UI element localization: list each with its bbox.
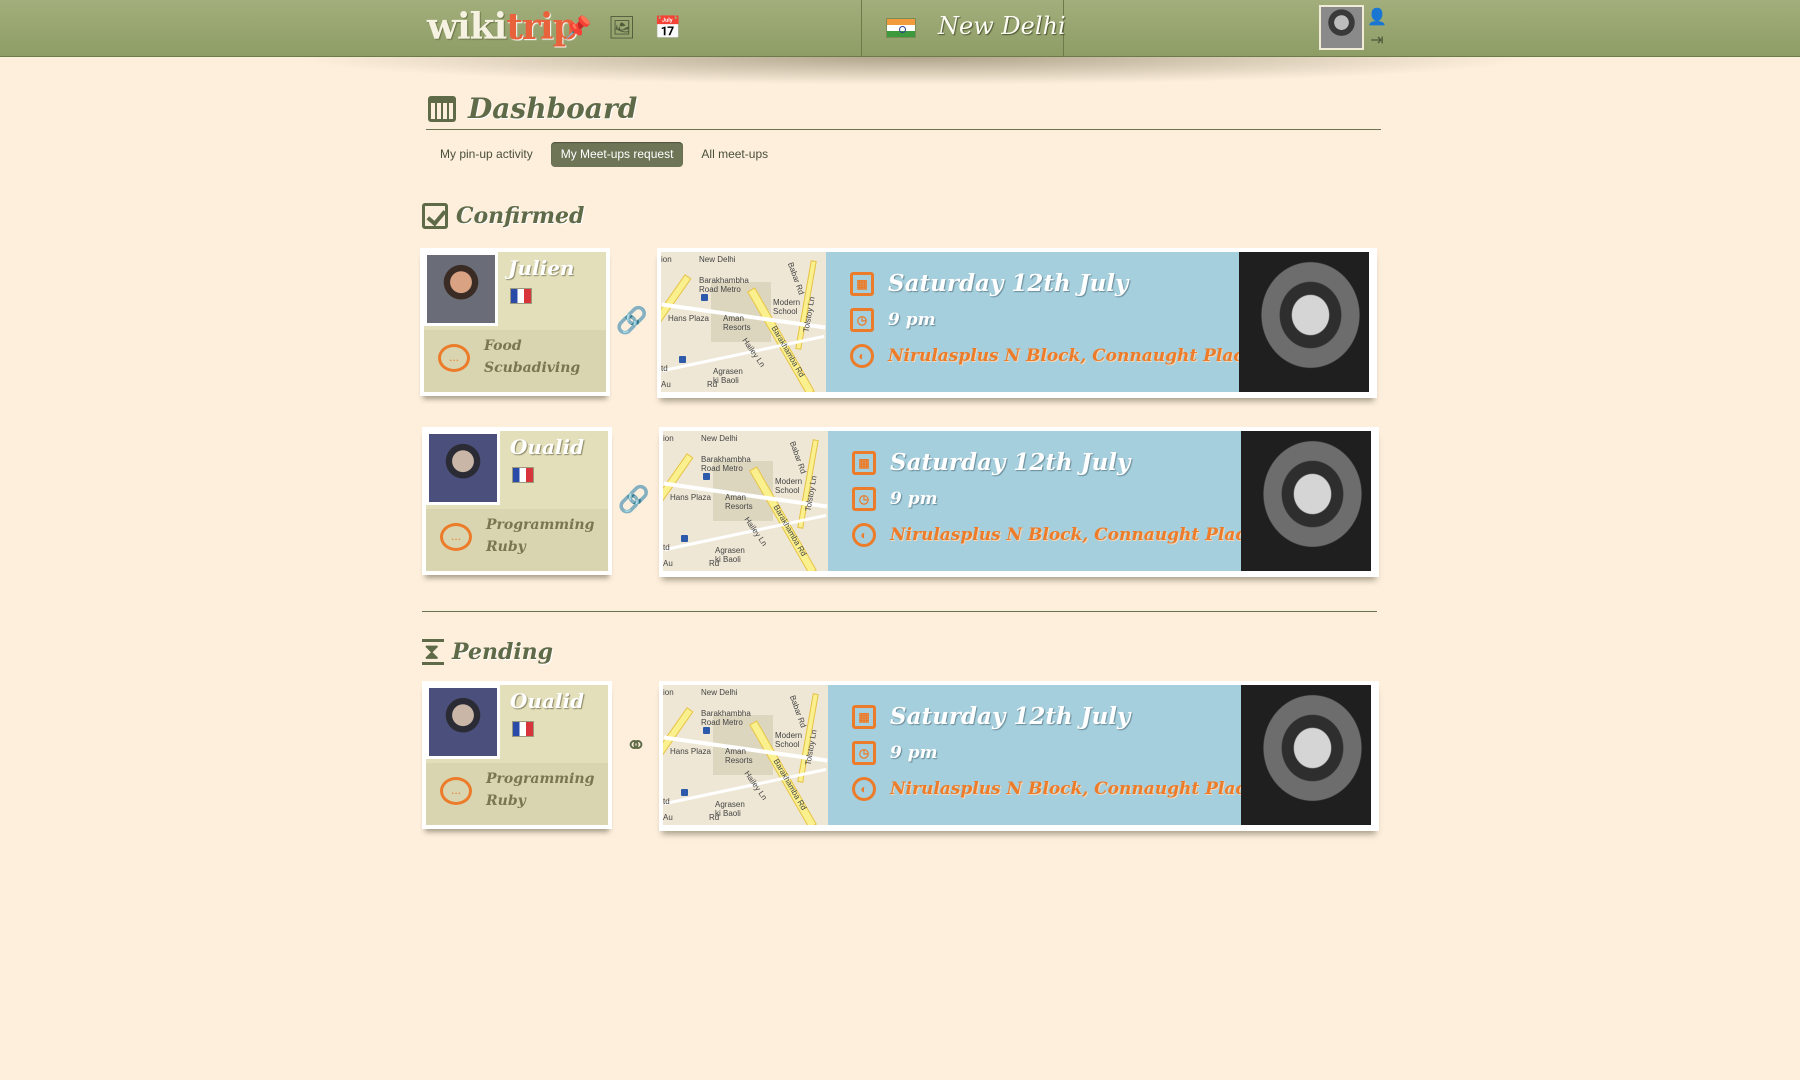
profile-icon[interactable]: 👤 [1367, 8, 1387, 26]
globe-icon: ◐ [852, 523, 876, 547]
interest-item: Programming [486, 517, 595, 533]
meetup-date: Saturday 12th July [890, 703, 1131, 730]
location-map[interactable]: New Delhi ion Barakhambha Road Metro Han… [663, 431, 828, 571]
tab-all-meetups[interactable]: All meet-ups [691, 142, 778, 167]
meetup-time: 9 pm [890, 743, 938, 763]
person-card[interactable]: Oualid ... Programming Ruby [422, 681, 612, 829]
interest-item: Scubadiving [484, 360, 581, 376]
clock-icon: ◷ [852, 487, 876, 511]
speech-bubble-icon: ... [440, 523, 472, 551]
host-avatar[interactable] [1239, 252, 1369, 392]
location-map[interactable]: New Delhi ion Barakhambha Road Metro Han… [663, 685, 828, 825]
meetup-row: Oualid ... Programming Ruby 🔗 New Delhi … [0, 427, 1800, 577]
topbar-shadow [290, 57, 1540, 85]
france-flag-icon [510, 288, 532, 304]
france-flag-icon [512, 721, 534, 737]
link-icon: 🔗 [615, 304, 649, 335]
meetup-time: 9 pm [888, 310, 936, 330]
meetup-place[interactable]: Nirulasplus N Block, Connaught Place [888, 346, 1255, 366]
meetup-row: Oualid ... Programming Ruby ⚭ New Delhi … [0, 681, 1800, 831]
tab-bar: My pin-up activity My Meet-ups request A… [430, 142, 778, 167]
tab-meetups-request[interactable]: My Meet-ups request [550, 142, 684, 167]
france-flag-icon [512, 467, 534, 483]
person-name[interactable]: Julien [508, 256, 574, 280]
interests-box: ... Programming Ruby [426, 509, 608, 571]
meetup-date: Saturday 12th July [888, 270, 1129, 297]
speech-bubble-icon: ... [440, 777, 472, 805]
logout-icon[interactable]: ⇥ [1368, 31, 1386, 49]
wikitrip-logo[interactable]: wikitrip [427, 6, 578, 48]
meetup-details: ▦ Saturday 12th July ◷ 9 pm ◐ Nirulasplu… [828, 685, 1257, 825]
calendar-icon: ▦ [852, 450, 876, 475]
current-city[interactable]: New Delhi [861, 0, 1066, 57]
top-bar: wikitrip 📌 🖼 📅 New Delhi 👤 ⇥ [0, 0, 1800, 57]
globe-icon: ◐ [852, 777, 876, 801]
interest-item: Ruby [486, 539, 526, 555]
meetup-date: Saturday 12th July [890, 449, 1131, 476]
meetup-place[interactable]: Nirulasplus N Block, Connaught Place [890, 779, 1257, 799]
interests-box: ... Programming Ruby [426, 763, 608, 825]
page-title: Dashboard [428, 92, 637, 125]
checkbox-icon [422, 203, 448, 229]
meetup-card[interactable]: New Delhi ion Barakhambha Road Metro Han… [659, 427, 1379, 577]
host-avatar[interactable] [1241, 431, 1371, 571]
meetup-details: ▦ Saturday 12th July ◷ 9 pm ◐ Nirulasplu… [826, 252, 1255, 392]
person-avatar[interactable] [426, 685, 500, 759]
pending-heading: Pending [422, 639, 553, 665]
calendar-icon: ▦ [852, 704, 876, 729]
person-card[interactable]: Julien ... Food Scubadiving [420, 248, 610, 396]
speech-bubble-icon: ... [438, 344, 470, 372]
interest-item: Programming [486, 771, 595, 787]
meetup-place[interactable]: Nirulasplus N Block, Connaught Place [890, 525, 1257, 545]
calendar-icon[interactable]: 📅 [654, 14, 682, 42]
city-name: New Delhi [938, 12, 1066, 40]
section-divider [422, 611, 1377, 612]
person-card[interactable]: Oualid ... Programming Ruby [422, 427, 612, 575]
interests-box: ... Food Scubadiving [424, 330, 606, 392]
person-avatar[interactable] [426, 431, 500, 505]
hourglass-icon [422, 639, 444, 665]
india-flag-icon [886, 18, 916, 38]
meetup-card[interactable]: New Delhi ion Barakhambha Road Metro Han… [657, 248, 1377, 398]
link-icon: 🔗 [617, 483, 651, 514]
calendar-icon: ▦ [850, 271, 874, 296]
person-name[interactable]: Oualid [510, 689, 584, 713]
meetup-details: ▦ Saturday 12th July ◷ 9 pm ◐ Nirulasplu… [828, 431, 1257, 571]
meetup-time: 9 pm [890, 489, 938, 509]
meetup-card[interactable]: New Delhi ion Barakhambha Road Metro Han… [659, 681, 1379, 831]
calendar-icon [428, 95, 456, 122]
person-avatar[interactable] [424, 252, 498, 326]
interest-item: Ruby [486, 793, 526, 809]
user-avatar[interactable] [1319, 5, 1364, 50]
location-map[interactable]: New Delhi ion Barakhambha Road Metro Han… [661, 252, 826, 392]
broken-link-icon: ⚭ [625, 729, 647, 760]
photos-icon[interactable]: 🖼 [608, 14, 636, 42]
globe-icon: ◐ [850, 344, 874, 368]
host-avatar[interactable] [1241, 685, 1371, 825]
person-name[interactable]: Oualid [510, 435, 584, 459]
clock-icon: ◷ [852, 741, 876, 765]
title-rule [426, 129, 1381, 130]
tab-pinup-activity[interactable]: My pin-up activity [430, 142, 543, 167]
clock-icon: ◷ [850, 308, 874, 332]
interest-item: Food [484, 338, 522, 354]
confirmed-heading: Confirmed [422, 203, 584, 229]
meetup-row: Julien ... Food Scubadiving 🔗 New Delhi … [0, 248, 1800, 398]
pin-icon[interactable]: 📌 [564, 14, 592, 42]
